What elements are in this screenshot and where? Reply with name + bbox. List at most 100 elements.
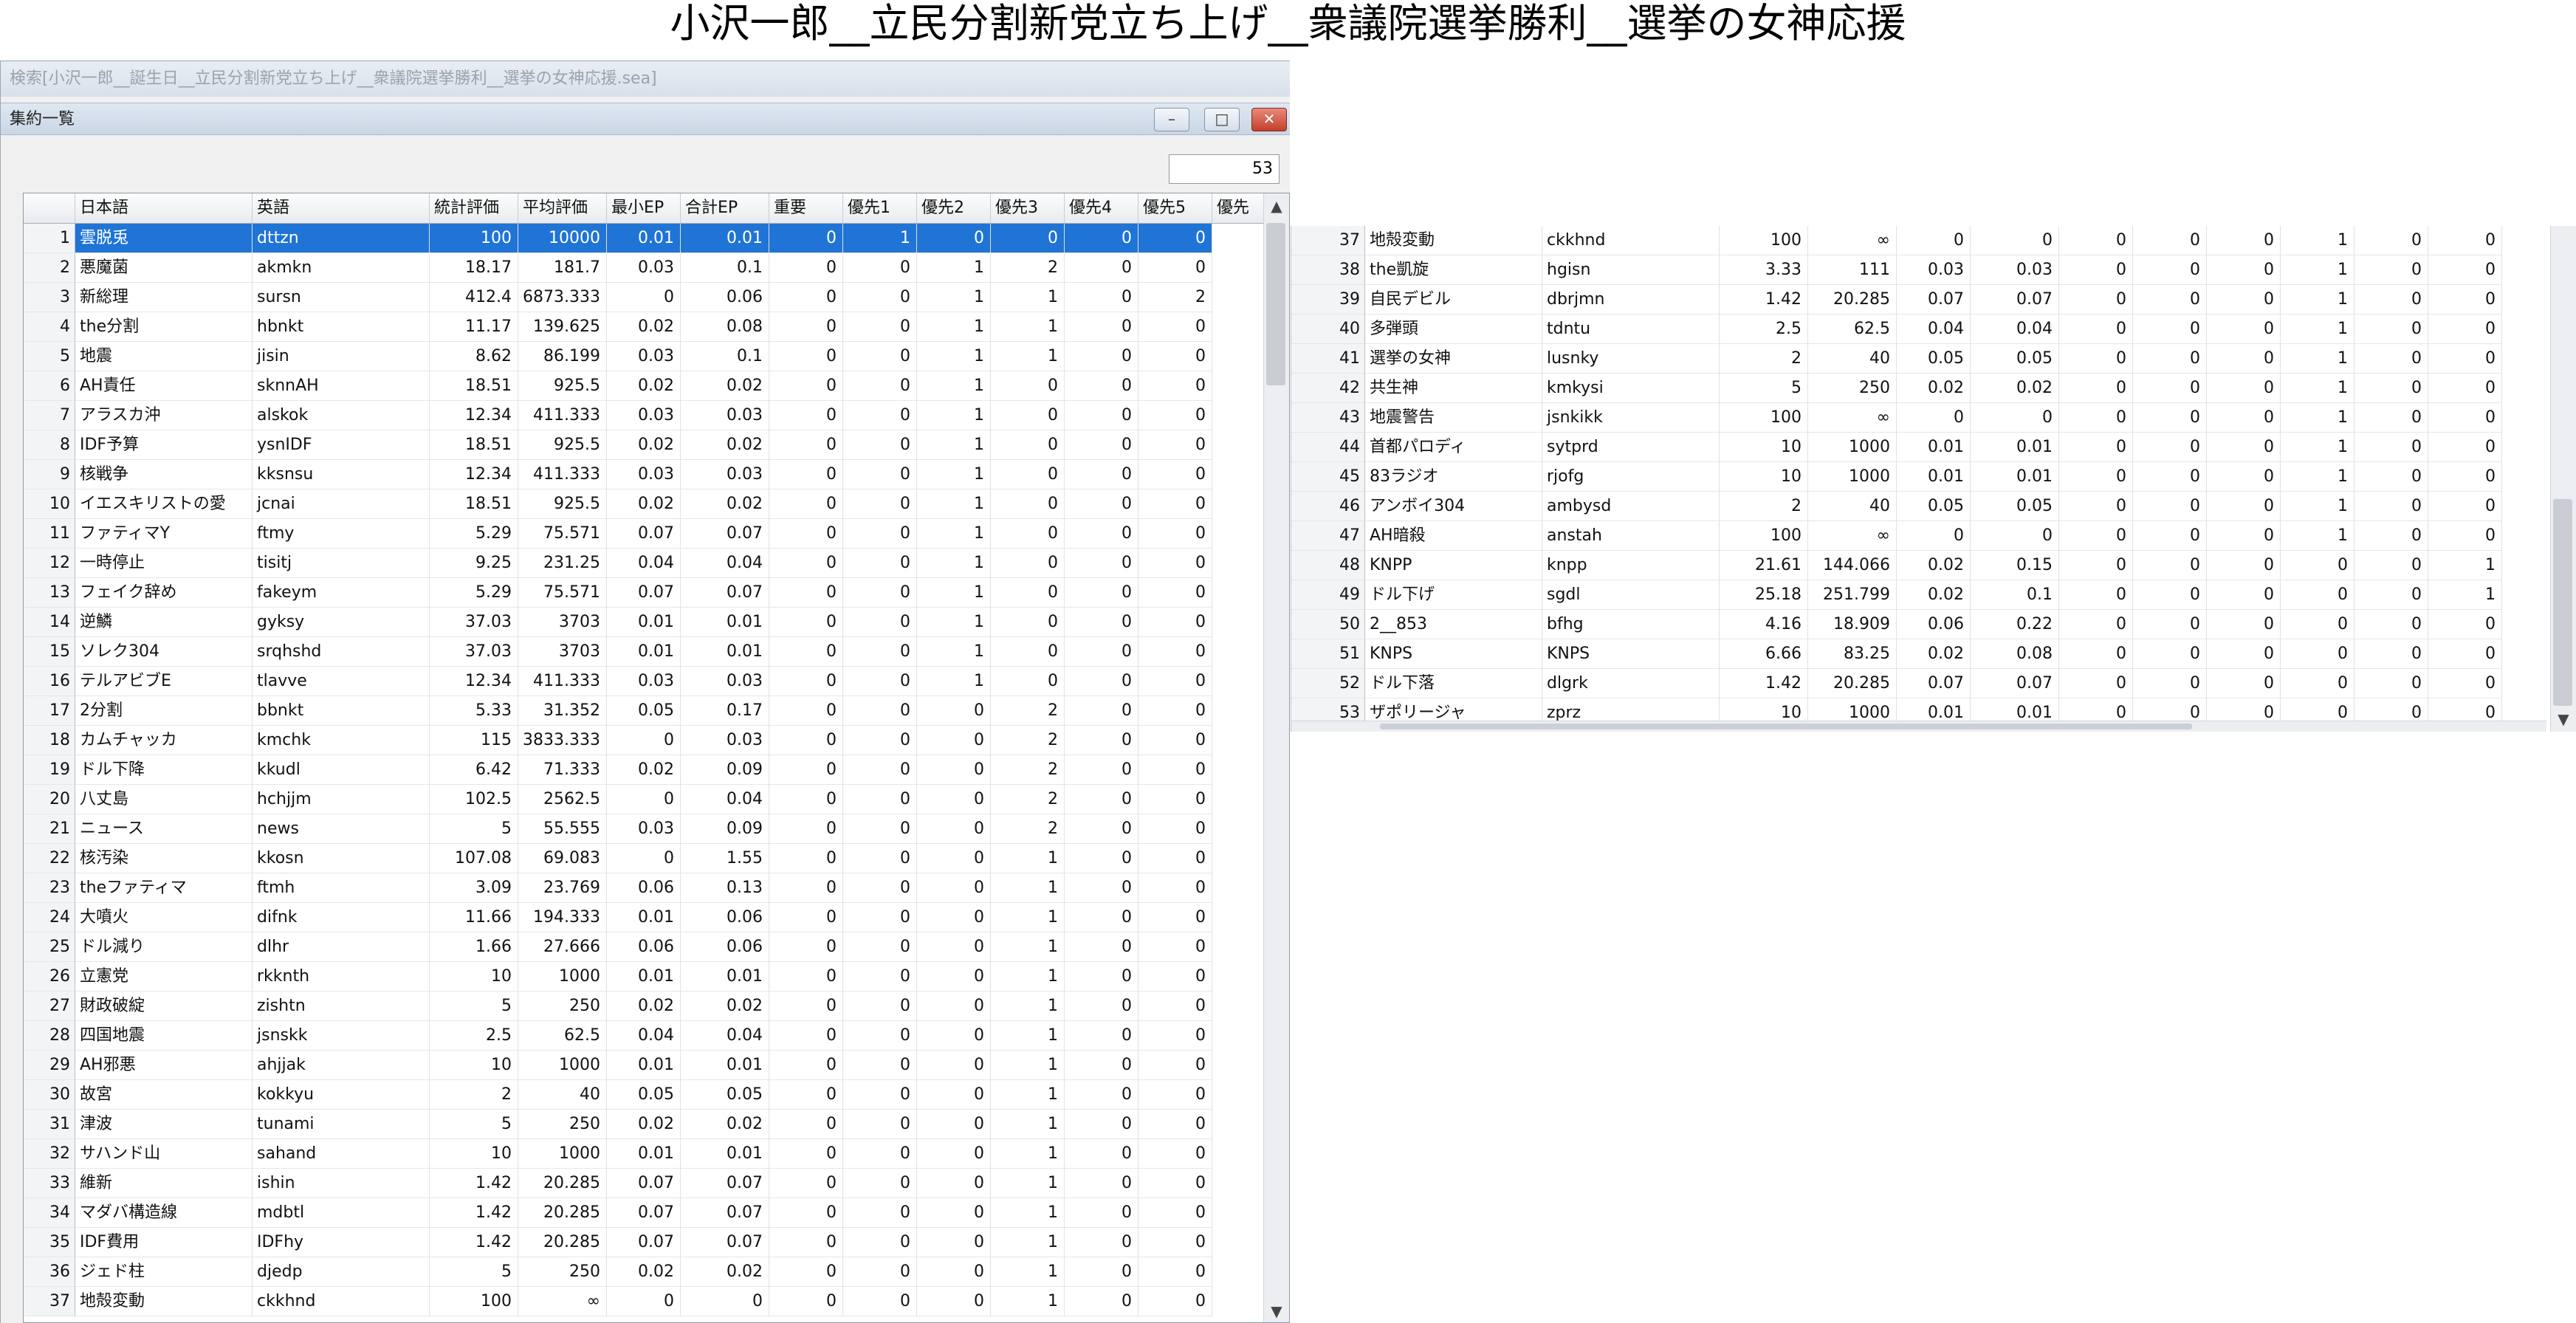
table-row[interactable]: 37 地殻変動 ckkhnd 100 ∞ 0 0 0 0 0 1 0 0 xyxy=(24,1287,1264,1316)
table-row[interactable]: 18 カムチャッカ kmchk 115 3833.333 0 0.03 0 0 0 2 0 0 xyxy=(24,726,1264,755)
table-row[interactable]: 9 核戦争 kksnsu 12.34 411.333 0.03 0.03 0 0 1 0 0 0 xyxy=(24,460,1264,489)
table-row[interactable]: 42 共生神 kmkysi 5 250 0.02 0.02 0 0 0 1 0 0 xyxy=(1291,374,2502,403)
table-row[interactable]: 46 アンボイ304 ambysd 2 40 0.05 0.05 0 0 0 1 0 0 xyxy=(1291,492,2502,521)
table-row[interactable]: 52 ドル下落 dlgrk 1.42 20.285 0.07 0.07 0 0 0 0 0 0 xyxy=(1291,669,2502,698)
table-row[interactable]: 1 雲脱兎 dttzn 100 10000 0.01 0.01 0 1 0 0 0 0 xyxy=(24,224,1264,253)
table-row[interactable]: 34 マダバ構造線 mdbtl 1.42 20.285 0.07 0.07 0 0 0 1 0 0 xyxy=(24,1198,1264,1228)
table-row[interactable]: 38 the凱旋 hgisn 3.33 111 0.03 0.03 0 0 0 1 0 0 xyxy=(1291,255,2502,285)
column-header-priority4[interactable]: 優先4 xyxy=(1065,193,1138,223)
column-header-avg-score[interactable]: 平均評価 xyxy=(518,193,607,223)
cell-english: ftmy xyxy=(253,519,430,549)
table-row[interactable]: 49 ドル下げ sgdl 25.18 251.799 0.02 0.1 0 0 0 0 0 1 xyxy=(1291,580,2502,610)
table-row[interactable]: 27 財政破綻 zishtn 5 250 0.02 0.02 0 0 0 1 0 0 xyxy=(24,992,1264,1021)
column-header-japanese[interactable]: 日本語 xyxy=(75,193,253,223)
cell-avg-score: 411.333 xyxy=(518,460,607,489)
table-row[interactable]: 12 一時停止 tisitj 9.25 231.25 0.04 0.04 0 0 1 0 0 0 xyxy=(24,549,1264,578)
summary-grid-continued[interactable]: 37 地殻変動 ckkhnd 100 ∞ 0 0 0 0 0 1 0 0 38 the凱旋 hgisn 3.33… xyxy=(1291,226,2576,732)
table-row[interactable]: 31 津波 tunami 5 250 0.02 0.02 0 0 0 1 0 0 xyxy=(24,1110,1264,1139)
table-row[interactable]: 43 地震警告 jsnkikk 100 ∞ 0 0 0 0 0 1 0 0 xyxy=(1291,403,2502,433)
table-row[interactable]: 41 選挙の女神 lusnky 2 40 0.05 0.05 0 0 0 1 0 0 xyxy=(1291,344,2502,374)
cell-japanese: 2分割 xyxy=(75,696,253,726)
table-row[interactable]: 10 イエスキリストの愛 jcnai 18.51 925.5 0.02 0.02 0 0 1 0 0 0 xyxy=(24,489,1264,519)
table-row[interactable]: 26 立憲党 rkknth 10 1000 0.01 0.01 0 0 0 1 0 0 xyxy=(24,962,1264,992)
table-row[interactable]: 15 ソレク304 srqhshd 37.03 3703 0.01 0.01 0 0 1 0 0 0 xyxy=(24,637,1264,667)
table-row[interactable]: 3 新総理 sursn 412.4 6873.333 0 0.06 0 0 1 1 0 2 xyxy=(24,283,1264,312)
cell-priority2: 0 xyxy=(2207,551,2281,580)
cell-min-ep: 0.01 xyxy=(607,1139,681,1169)
column-header-row-number[interactable] xyxy=(24,193,75,223)
cell-japanese: 地震警告 xyxy=(1365,403,1542,433)
summary-grid[interactable]: 日本語 英語 統計評価 平均評価 最小EP 合計EP 重要 優先1 優先2 優先3 優先4 優先5 優先… xyxy=(23,193,1290,1323)
vertical-scrollbar[interactable]: ▲ ▼ xyxy=(1263,193,1289,1322)
cell-priority4: 0 xyxy=(2355,580,2428,610)
column-header-priority3[interactable]: 優先3 xyxy=(991,193,1065,223)
table-row[interactable]: 36 ジェド柱 djedp 5 250 0.02 0.02 0 0 0 1 0 0 xyxy=(24,1257,1264,1287)
cell-min-ep: 0.04 xyxy=(607,1021,681,1051)
table-row[interactable]: 21 ニュース news 5 55.555 0.03 0.09 0 0 0 2 0 0 xyxy=(24,814,1264,844)
column-header-min-ep[interactable]: 最小EP xyxy=(607,193,681,223)
table-row[interactable]: 7 アラスカ沖 alskok 12.34 411.333 0.03 0.03 0 0 1 0 0 0 xyxy=(24,401,1264,430)
table-row[interactable]: 40 多弾頭 tdntu 2.5 62.5 0.04 0.04 0 0 0 1 0 0 xyxy=(1291,315,2502,344)
table-row[interactable]: 51 KNPS KNPS 6.66 83.25 0.02 0.08 0 0 0 0 0 0 xyxy=(1291,639,2502,669)
maximize-button[interactable]: □ xyxy=(1204,108,1240,131)
vertical-scrollbar-continued[interactable]: ▼ xyxy=(2550,226,2576,732)
table-row[interactable]: 48 KNPP knpp 21.61 144.066 0.02 0.15 0 0 0 0 0 1 xyxy=(1291,551,2502,580)
column-header-english[interactable]: 英語 xyxy=(253,193,430,223)
close-button[interactable]: ✕ xyxy=(1251,108,1287,131)
column-header-priority5[interactable]: 優先5 xyxy=(1138,193,1212,223)
table-row[interactable]: 30 故宮 kokkyu 2 40 0.05 0.05 0 0 0 1 0 0 xyxy=(24,1080,1264,1110)
table-row[interactable]: 22 核汚染 kkosn 107.08 69.083 0 1.55 0 0 0 1 0 0 xyxy=(24,844,1264,873)
scroll-thumb-continued[interactable] xyxy=(2553,499,2572,706)
cell-priority1: 0 xyxy=(843,1198,917,1228)
cell-row-number: 45 xyxy=(1291,462,1365,492)
cell-priority2: 1 xyxy=(917,342,991,371)
column-header-stat-score[interactable]: 統計評価 xyxy=(430,193,518,223)
column-header-priority[interactable]: 優先 xyxy=(1212,193,1264,223)
table-row[interactable]: 28 四国地震 jsnskk 2.5 62.5 0.04 0.04 0 0 0 1 0 0 xyxy=(24,1021,1264,1051)
table-row[interactable]: 2 悪魔菌 akmkn 18.17 181.7 0.03 0.1 0 0 1 2 0 0 xyxy=(24,253,1264,283)
table-row[interactable]: 24 大噴火 difnk 11.66 194.333 0.01 0.06 0 0 0 1 0 0 xyxy=(24,903,1264,932)
table-row[interactable]: 19 ドル下降 kkudl 6.42 71.333 0.02 0.09 0 0 0 2 0 0 xyxy=(24,755,1264,785)
cell-english: djedp xyxy=(253,1257,430,1287)
table-row[interactable]: 47 AH暗殺 anstah 100 ∞ 0 0 0 0 0 1 0 0 xyxy=(1291,521,2502,551)
minimize-button[interactable]: – xyxy=(1154,108,1189,131)
table-row[interactable]: 11 ファティマY ftmy 5.29 75.571 0.07 0.07 0 0 1 0 0 0 xyxy=(24,519,1264,549)
table-row[interactable]: 14 逆鱗 gyksy 37.03 3703 0.01 0.01 0 0 1 0 0 0 xyxy=(24,608,1264,637)
table-row[interactable]: 35 IDF費用 IDFhy 1.42 20.285 0.07 0.07 0 0 0 1 0 0 xyxy=(24,1228,1264,1257)
column-header-important[interactable]: 重要 xyxy=(769,193,843,223)
cell-important: 0 xyxy=(769,224,843,253)
cell-total-ep: 0.04 xyxy=(681,549,769,578)
scroll-down-icon[interactable]: ▼ xyxy=(2551,707,2576,732)
cell-total-ep: 1.55 xyxy=(681,844,769,873)
table-row[interactable]: 29 AH邪悪 ahjjak 10 1000 0.01 0.01 0 0 0 1 0 0 xyxy=(24,1051,1264,1080)
table-row[interactable]: 45 83ラジオ rjofg 10 1000 0.01 0.01 0 0 0 1 0 0 xyxy=(1291,462,2502,492)
table-row[interactable]: 39 自民デビル dbrjmn 1.42 20.285 0.07 0.07 0 0 0 1 0 0 xyxy=(1291,285,2502,315)
column-header-total-ep[interactable]: 合計EP xyxy=(681,193,769,223)
table-row[interactable]: 5 地震 jisin 8.62 86.199 0.03 0.1 0 0 1 1 0 0 xyxy=(24,342,1264,371)
table-row[interactable]: 50 2__853 bfhg 4.16 18.909 0.06 0.22 0 0 0 0 0 0 xyxy=(1291,610,2502,639)
horizontal-scrollbar[interactable] xyxy=(1291,721,2546,732)
cell-stat-score: 1.42 xyxy=(430,1198,518,1228)
hscroll-thumb[interactable] xyxy=(1380,724,2192,729)
column-header-priority1[interactable]: 優先1 xyxy=(843,193,917,223)
scroll-down-icon[interactable]: ▼ xyxy=(1264,1299,1289,1322)
scroll-up-icon[interactable]: ▲ xyxy=(1264,193,1289,219)
scroll-thumb[interactable] xyxy=(1266,223,1285,385)
table-row[interactable]: 25 ドル減り dlhr 1.66 27.666 0.06 0.06 0 0 0 1 0 0 xyxy=(24,932,1264,962)
column-header-priority2[interactable]: 優先2 xyxy=(917,193,991,223)
table-row[interactable]: 8 IDF予算 ysnIDF 18.51 925.5 0.02 0.02 0 0 1 0 0 0 xyxy=(24,430,1264,460)
table-row[interactable]: 37 地殻変動 ckkhnd 100 ∞ 0 0 0 0 0 1 0 0 xyxy=(1291,226,2502,255)
table-row[interactable]: 6 AH責任 sknnAH 18.51 925.5 0.02 0.02 0 0 1 0 0 0 xyxy=(24,371,1264,401)
table-row[interactable]: 33 維新 ishin 1.42 20.285 0.07 0.07 0 0 0 1 0 0 xyxy=(24,1169,1264,1198)
table-row[interactable]: 4 the分割 hbnkt 11.17 139.625 0.02 0.08 0 0 1 1 0 0 xyxy=(24,312,1264,342)
cell-priority4: 0 xyxy=(1065,312,1138,342)
cell-japanese: アンボイ304 xyxy=(1365,492,1542,521)
table-row[interactable]: 13 フェイク辞め fakeym 5.29 75.571 0.07 0.07 0 0 1 0 0 0 xyxy=(24,578,1264,608)
table-row[interactable]: 32 サハンド山 sahand 10 1000 0.01 0.01 0 0 0 1 0 0 xyxy=(24,1139,1264,1169)
cell-priority4: 0 xyxy=(2355,492,2428,521)
table-row[interactable]: 23 theファティマ ftmh 3.09 23.769 0.06 0.13 0 0 0 1 0 0 xyxy=(24,873,1264,903)
table-row[interactable]: 16 テルアビブE tlavve 12.34 411.333 0.03 0.03 0 0 1 0 0 0 xyxy=(24,667,1264,696)
table-row[interactable]: 44 首都パロディ sytprd 10 1000 0.01 0.01 0 0 0 1 0 0 xyxy=(1291,433,2502,462)
table-row[interactable]: 20 八丈島 hchjjm 102.5 2562.5 0 0.04 0 0 0 2 0 0 xyxy=(24,785,1264,814)
table-row[interactable]: 17 2分割 bbnkt 5.33 31.352 0.05 0.17 0 0 0 2 0 0 xyxy=(24,696,1264,726)
